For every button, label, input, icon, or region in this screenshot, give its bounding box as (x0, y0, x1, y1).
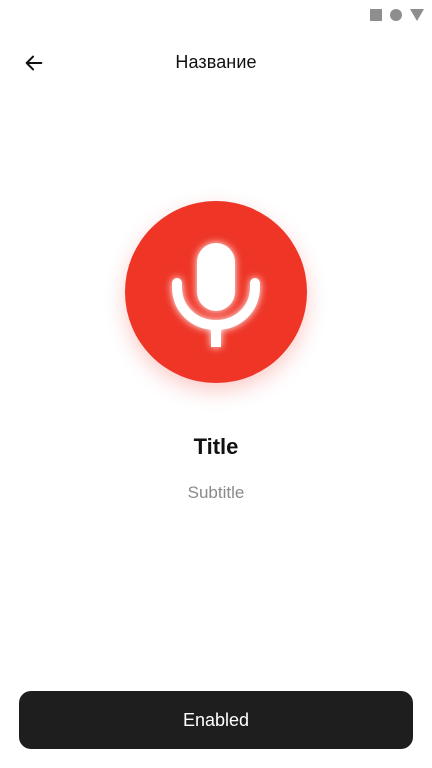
page-title: Название (175, 52, 257, 72)
enabled-button[interactable]: Enabled (19, 691, 413, 749)
microphone-button[interactable] (125, 201, 307, 383)
microphone-icon (172, 243, 260, 347)
stop-square-icon (370, 9, 382, 21)
status-bar (0, 0, 432, 30)
circle-icon (390, 9, 402, 21)
triangle-down-icon (410, 9, 424, 21)
status-icons (370, 9, 424, 21)
app-bar: Название (0, 40, 432, 86)
content-title: Title (193, 434, 239, 459)
content-subtitle: Subtitle (187, 483, 245, 502)
